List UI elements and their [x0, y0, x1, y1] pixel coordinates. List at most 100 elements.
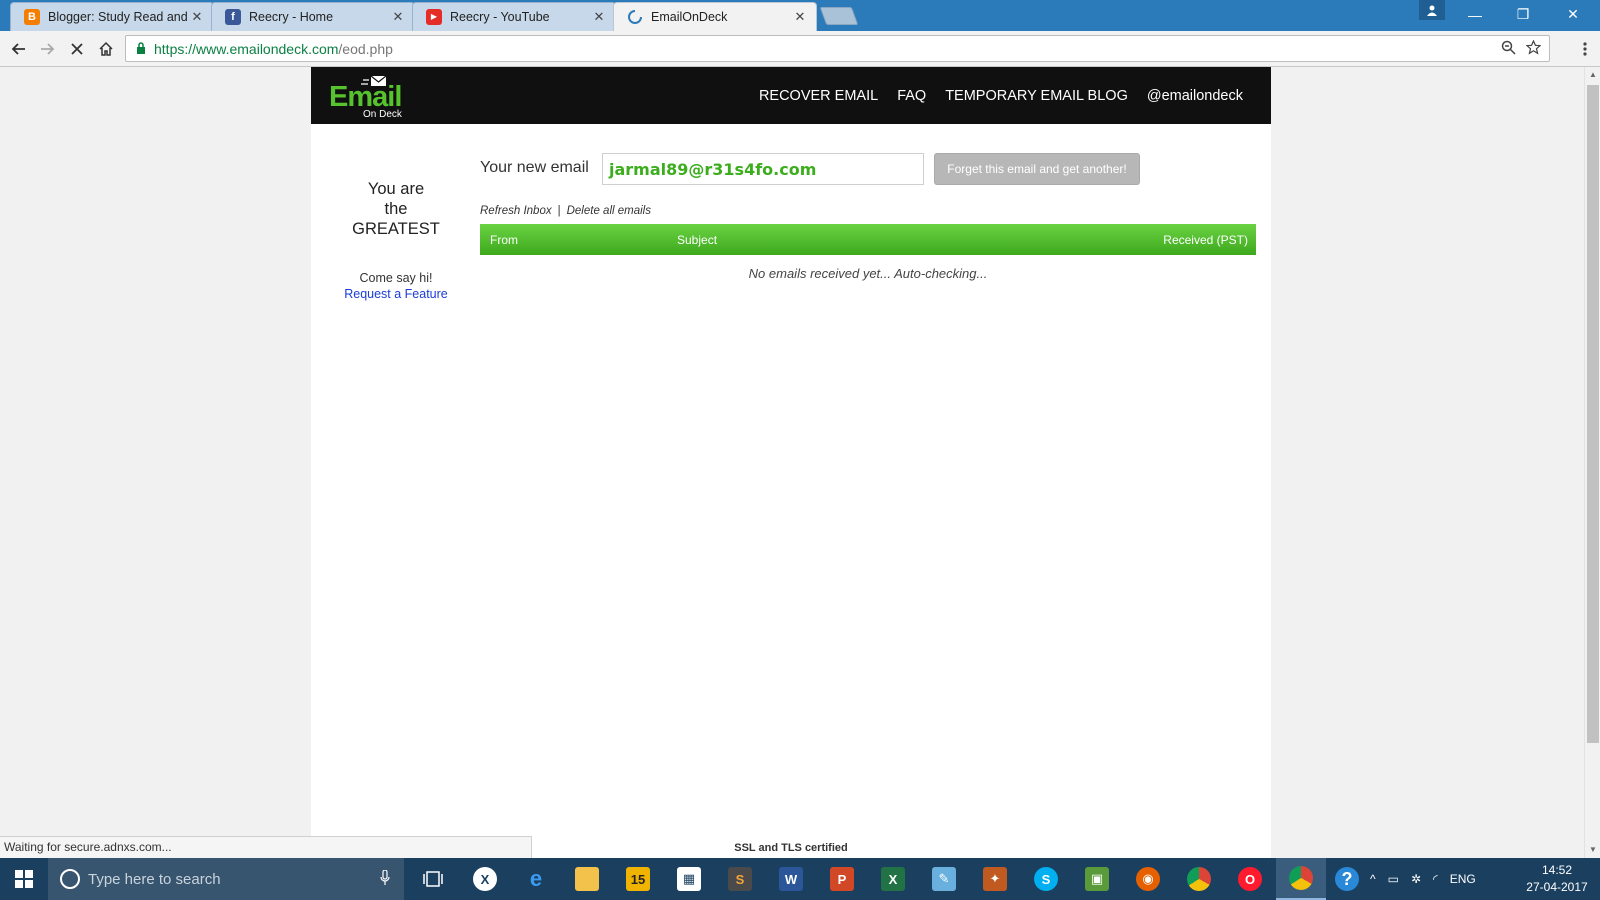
opera-icon[interactable]: O	[1225, 858, 1275, 900]
tab-title: EmailOnDeck	[651, 9, 728, 24]
system-tray: ^ ▭ ✲ ◜ ENG	[1370, 858, 1476, 900]
show-hidden-icons-icon[interactable]: ^	[1370, 872, 1376, 886]
windows-start-icon[interactable]	[0, 858, 48, 900]
home-icon[interactable]	[94, 37, 118, 61]
address-bar[interactable]: https://www.emailondeck.com/eod.php	[125, 35, 1550, 62]
app-icon[interactable]: ✦	[970, 858, 1020, 900]
nav-faq[interactable]: FAQ	[897, 88, 926, 104]
tab-title: Reecry - Home	[249, 9, 334, 24]
sublime-text-icon[interactable]: S	[715, 858, 765, 900]
tab-title: Reecry - YouTube	[450, 9, 550, 24]
forward-icon[interactable]	[36, 37, 60, 61]
tab-title: Blogger: Study Read and	[48, 9, 188, 24]
blogger-icon: B	[24, 8, 40, 25]
scroll-up-icon[interactable]: ▲	[1585, 67, 1600, 83]
link-separator: |	[557, 205, 561, 217]
tab-emailondeck-content[interactable]: EmailOnDeck ✕	[627, 2, 807, 31]
url-path: /eod.php	[338, 40, 393, 57]
column-from: From	[490, 233, 518, 247]
greeting-line-3: GREATEST	[352, 220, 440, 238]
firefox-icon[interactable]: ◉	[1123, 858, 1173, 900]
inbox-empty-message: No emails received yet... Auto-checking.…	[748, 266, 988, 281]
chrome-active-icon[interactable]	[1276, 858, 1326, 900]
request-feature-link[interactable]: Request a Feature	[333, 286, 459, 302]
loading-icon	[627, 9, 643, 25]
excel-icon[interactable]: X	[868, 858, 918, 900]
scroll-down-icon[interactable]: ▼	[1585, 842, 1600, 858]
column-received: Received (PST)	[1163, 233, 1248, 247]
site-container: Email On Deck RECOVER EMAIL FAQ TEMPORAR…	[311, 67, 1271, 858]
help-icon[interactable]: ?	[1327, 858, 1367, 900]
inbox-header: From Subject Received (PST)	[480, 224, 1256, 255]
edge-icon[interactable]: e	[511, 858, 561, 900]
browser-toolbar: https://www.emailondeck.com/eod.php	[0, 31, 1600, 67]
clock-time: 14:52	[1541, 863, 1573, 877]
tab-youtube-content[interactable]: ▶ Reecry - YouTube ✕	[426, 2, 606, 31]
nav-recover-email[interactable]: RECOVER EMAIL	[759, 88, 878, 104]
site-header: Email On Deck RECOVER EMAIL FAQ TEMPORAR…	[311, 67, 1271, 124]
forget-email-button[interactable]: Forget this email and get another!	[934, 153, 1140, 185]
image-app-icon[interactable]: ▣	[1072, 858, 1122, 900]
email-label: Your new email	[480, 159, 589, 176]
calendar-app-icon[interactable]: 15	[613, 858, 663, 900]
wifi-icon[interactable]: ◜	[1433, 872, 1438, 886]
column-subject: Subject	[677, 233, 718, 247]
back-icon[interactable]	[6, 37, 30, 61]
store-icon[interactable]: ▦	[664, 858, 714, 900]
nav-twitter-handle[interactable]: @emailondeck	[1147, 88, 1243, 104]
powerpoint-icon[interactable]: P	[817, 858, 867, 900]
page-viewport: Email On Deck RECOVER EMAIL FAQ TEMPORAR…	[0, 67, 1584, 858]
nav-temporary-email-blog[interactable]: TEMPORARY EMAIL BLOG	[945, 88, 1128, 104]
minimize-icon[interactable]: —	[1452, 0, 1498, 29]
taskbar-search-box[interactable]: Type here to search	[48, 858, 404, 900]
taskbar-search-placeholder: Type here to search	[88, 870, 221, 888]
tab-strip: B Blogger: Study Read and ✕ f Reecry - H…	[0, 0, 1600, 31]
skype-icon[interactable]: S	[1021, 858, 1071, 900]
paint-icon[interactable]: ✎	[919, 858, 969, 900]
site-logo[interactable]: Email On Deck	[329, 75, 409, 120]
zoom-icon[interactable]	[1501, 40, 1516, 58]
scrollbar-thumb[interactable]	[1587, 85, 1599, 743]
logo-subtext: On Deck	[363, 109, 402, 120]
profile-icon[interactable]	[1419, 0, 1445, 20]
top-navigation: RECOVER EMAIL FAQ TEMPORARY EMAIL BLOG @…	[759, 67, 1243, 124]
clock-date: 27-04-2017	[1526, 880, 1588, 894]
refresh-inbox-link[interactable]: Refresh Inbox	[480, 205, 552, 217]
close-window-icon[interactable]: ✕	[1550, 0, 1596, 29]
greeting-line-2: the	[384, 200, 408, 218]
microphone-icon[interactable]	[380, 869, 390, 890]
task-view-icon[interactable]	[408, 858, 458, 900]
word-icon[interactable]: W	[766, 858, 816, 900]
new-tab-button[interactable]	[819, 7, 859, 25]
come-say-hi-text: Come say hi!	[359, 271, 433, 285]
status-bar: Waiting for secure.adnxs.com...	[0, 836, 532, 858]
close-tab-icon[interactable]: ✕	[190, 9, 204, 25]
app-tray-icon[interactable]: ✲	[1411, 872, 1421, 886]
email-row: Your new email jarmal89@r31s4fo.com Forg…	[480, 153, 1260, 185]
file-explorer-icon[interactable]	[562, 858, 612, 900]
url-host: https://www.emailondeck.com	[154, 40, 339, 57]
menu-icon[interactable]	[1573, 37, 1597, 61]
restore-icon[interactable]: ❐	[1500, 0, 1546, 29]
inbox-actions: Refresh Inbox | Delete all emails	[480, 205, 651, 217]
taskbar-clock[interactable]: 14:52 27-04-2017	[1522, 862, 1592, 896]
cortana-icon	[60, 869, 80, 889]
facebook-icon: f	[225, 8, 241, 25]
stop-loading-icon[interactable]	[65, 37, 89, 61]
windows-taskbar: Type here to search X e 15 ▦ S W P X ✎ ✦…	[0, 858, 1600, 900]
tab-facebook-content[interactable]: f Reecry - Home ✕	[225, 2, 405, 31]
sidebar: You are the GREATEST Come say hi! Reques…	[333, 179, 459, 302]
close-tab-icon[interactable]: ✕	[793, 9, 807, 25]
xbox-icon[interactable]: X	[460, 858, 510, 900]
bookmark-star-icon[interactable]	[1525, 39, 1542, 58]
delete-all-emails-link[interactable]: Delete all emails	[567, 205, 651, 217]
close-tab-icon[interactable]: ✕	[592, 9, 606, 25]
email-address-field[interactable]: jarmal89@r31s4fo.com	[602, 153, 924, 185]
chrome-icon[interactable]	[1174, 858, 1224, 900]
language-indicator[interactable]: ENG	[1450, 872, 1476, 886]
battery-icon[interactable]: ▭	[1388, 872, 1399, 886]
youtube-icon: ▶	[426, 8, 442, 25]
close-tab-icon[interactable]: ✕	[391, 9, 405, 25]
tab-blogger-content[interactable]: B Blogger: Study Read and ✕	[24, 2, 204, 31]
vertical-scrollbar[interactable]: ▲ ▼	[1584, 67, 1600, 858]
